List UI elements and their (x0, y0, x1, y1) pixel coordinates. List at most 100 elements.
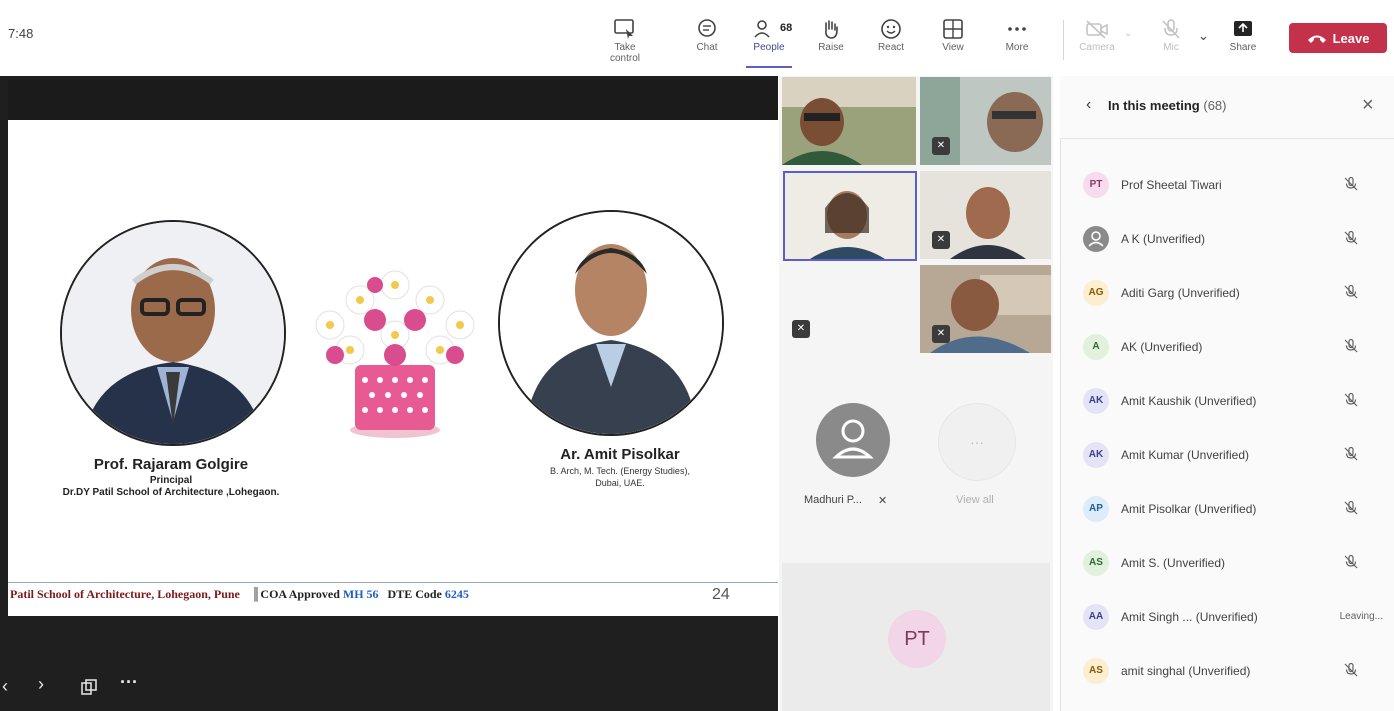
leave-button[interactable]: Leave (1289, 23, 1387, 53)
view-all-button[interactable]: ··· (938, 403, 1016, 481)
view-button[interactable]: View (928, 12, 978, 66)
left-person-name: Prof. Rajaram Golgire (93, 456, 249, 473)
mic-button[interactable]: Mic (1146, 12, 1196, 66)
video-tile-participant-4[interactable]: ✕ (920, 171, 1051, 259)
mic-off-icon (1343, 392, 1359, 408)
panel-back-chevron-icon[interactable]: ‹ (1086, 96, 1091, 114)
phone-hangup-icon (1307, 35, 1326, 43)
participant-row[interactable]: AA Amit Singh ... (Unverified) Leaving... (1083, 602, 1383, 632)
camera-button[interactable]: Camera (1072, 12, 1122, 66)
slides-overview-icon[interactable] (80, 678, 98, 696)
mic-off-icon (1343, 338, 1359, 354)
mic-off-icon (1343, 446, 1359, 462)
footer-dte-value: 6245 (444, 587, 469, 601)
view-label: View (942, 42, 964, 53)
people-label: People (753, 42, 785, 53)
participant-avatar: AG (1083, 280, 1109, 306)
participant-avatar: A (1083, 334, 1109, 360)
person-icon (1088, 231, 1104, 247)
mic-off-icon (1343, 554, 1359, 570)
video-tile-active-speaker[interactable] (783, 171, 917, 261)
previous-slide-icon[interactable]: ‹ (2, 676, 8, 697)
left-person-title: Principal (149, 475, 193, 486)
presentation-more-icon[interactable]: ··· (120, 672, 138, 693)
camera-options-chevron-icon[interactable]: ⌄ (1124, 28, 1132, 39)
pt-avatar: PT (888, 610, 946, 668)
participant-row[interactable]: A K (Unverified) (1083, 224, 1383, 254)
participant-row[interactable]: A AK (Unverified) (1083, 332, 1383, 362)
view-icon (943, 19, 963, 39)
panel-title-count: (68) (1203, 98, 1227, 113)
raise-hand-button[interactable]: Raise (806, 12, 856, 66)
participant-row[interactable]: AP Amit Pisolkar (Unverified) (1083, 494, 1383, 524)
portrait-right (498, 210, 724, 436)
toolbar-divider (1063, 20, 1064, 60)
react-button[interactable]: React (866, 12, 916, 66)
madhuri-avatar[interactable] (816, 403, 890, 477)
participant-name: Amit S. (Unverified) (1121, 556, 1226, 570)
participant-avatar: PT (1083, 172, 1109, 198)
participant-avatar (1083, 226, 1109, 252)
camera-off-icon (1086, 20, 1108, 39)
take-control-button[interactable]: Take control (600, 12, 650, 66)
mic-off-icon (1343, 176, 1359, 192)
presentation-controls: ‹ › ··· (0, 666, 200, 706)
footer-dte-label: DTE Code (387, 587, 442, 601)
slide-footer-divider (8, 582, 778, 583)
right-person-name: Ar. Amit Pisolkar (560, 446, 680, 463)
participant-row[interactable]: AS Amit S. (Unverified) (1083, 548, 1383, 578)
panel-title: In this meeting (68) (1108, 98, 1226, 113)
more-button[interactable]: More (992, 12, 1042, 66)
people-count-badge: 68 (780, 22, 793, 34)
view-all-label: View all (956, 494, 994, 506)
participant-name: A K (Unverified) (1121, 232, 1206, 246)
muted-badge-icon: ✕ (792, 320, 810, 338)
right-person-location: Dubai, UAE. (595, 478, 645, 488)
madhuri-name-label: Madhuri P... (804, 494, 862, 506)
mic-options-chevron-icon[interactable]: ⌄ (1198, 28, 1209, 44)
participant-avatar: AP (1083, 496, 1109, 522)
participant-row[interactable]: AK Amit Kumar (Unverified) (1083, 440, 1383, 470)
share-button[interactable]: Share (1218, 12, 1268, 66)
participant-avatar: AS (1083, 550, 1109, 576)
raise-label: Raise (818, 42, 844, 53)
muted-badge-icon: ✕ (932, 231, 950, 249)
panel-title-text: In this meeting (1108, 98, 1200, 113)
participant-row[interactable]: AS amit singhal (Unverified) (1083, 656, 1383, 686)
share-icon (1234, 21, 1252, 36)
participant-name: Amit Pisolkar (Unverified) (1121, 502, 1257, 516)
participant-row[interactable]: AG Aditi Garg (Unverified) (1083, 278, 1383, 308)
leave-label: Leave (1332, 30, 1370, 46)
footer-coa-value: MH 56 (342, 587, 379, 601)
participant-name: Aditi Garg (Unverified) (1121, 286, 1240, 300)
raise-hand-icon (825, 20, 838, 39)
participant-avatar: AS (1083, 658, 1109, 684)
video-tile-participant-1[interactable] (782, 77, 916, 165)
people-button[interactable]: People (744, 12, 794, 66)
take-control-label: Take control (609, 42, 640, 64)
mic-off-icon: ✕ (878, 495, 888, 507)
people-active-indicator (746, 66, 792, 68)
video-tile-participant-2[interactable]: ✕ (920, 77, 1051, 165)
participant-video-1 (782, 77, 916, 165)
participant-status: Leaving... (1339, 611, 1383, 622)
next-slide-icon[interactable]: › (38, 674, 44, 695)
muted-badge-icon: ✕ (932, 137, 950, 155)
participant-row[interactable]: PT Prof Sheetal Tiwari (1083, 170, 1383, 200)
video-tile-participant-5[interactable]: ✕ (920, 265, 1051, 353)
person-icon (832, 419, 874, 459)
meeting-timer: 7:48 (8, 26, 34, 41)
slide-page-number: 24 (712, 586, 730, 603)
camera-label: Camera (1079, 42, 1115, 53)
mic-off-icon (1162, 19, 1180, 39)
participant-video-3 (785, 173, 915, 259)
share-label: Share (1229, 42, 1257, 53)
participant-avatar: AK (1083, 442, 1109, 468)
slide-header-band (8, 80, 778, 120)
participant-name: Amit Kaushik (Unverified) (1121, 394, 1257, 408)
person-photo-right (500, 212, 722, 434)
panel-close-icon[interactable]: × (1362, 94, 1374, 117)
chat-button[interactable]: Chat (682, 12, 732, 66)
participant-row[interactable]: AK Amit Kaushik (Unverified) (1083, 386, 1383, 416)
chat-icon (698, 19, 716, 37)
